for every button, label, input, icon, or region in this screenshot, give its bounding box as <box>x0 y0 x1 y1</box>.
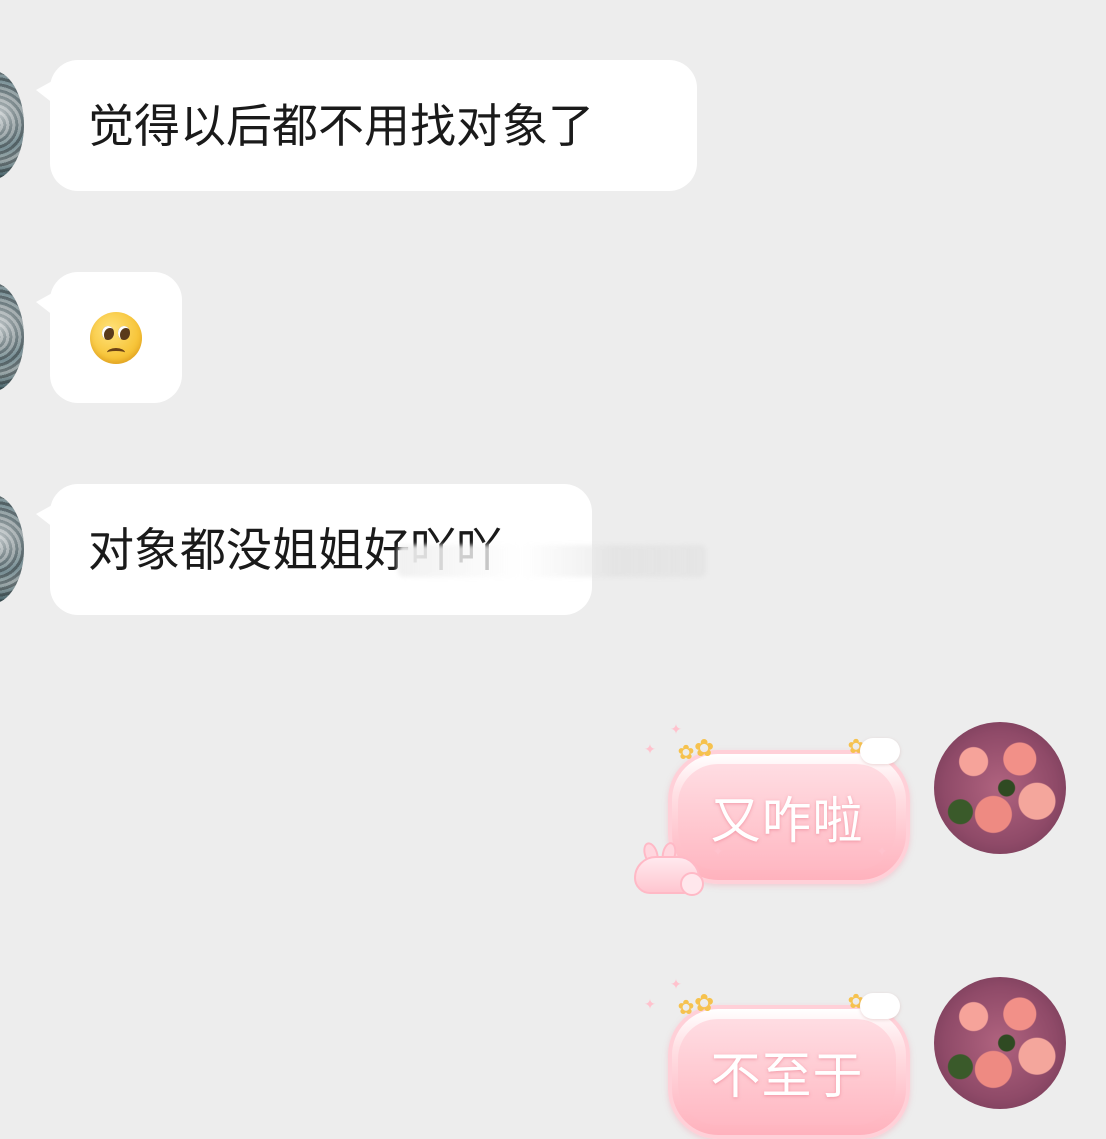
received-emoji-bubble[interactable] <box>36 272 182 403</box>
sparkle-icon: ✦ <box>670 977 682 993</box>
bunny-decoration-icon <box>628 840 708 898</box>
flower-icon: ✿ <box>677 995 695 1019</box>
sparkle-icon: ✦ <box>876 844 888 860</box>
flower-icon: ✿ <box>694 989 715 1017</box>
flower-icon: ✿ <box>677 740 695 764</box>
contact-avatar[interactable] <box>0 282 24 392</box>
sparkle-icon: ✦ <box>644 742 656 758</box>
flower-icon: ✿ <box>694 734 715 762</box>
cloud-decoration-icon <box>860 993 900 1019</box>
user-avatar[interactable] <box>934 977 1066 1109</box>
user-avatar[interactable] <box>934 722 1066 854</box>
sent-message-bubble[interactable]: 不至于 ✿ ✿ ✿ ✦ ✦ <box>644 978 910 1139</box>
sparkle-icon: ✦ <box>670 722 682 738</box>
sparkle-icon: ✦ <box>644 997 656 1013</box>
sent-message-bubble[interactable]: 又咋啦 ✿ ✿ ✿ ✦ ✦ ✦ ✦ <box>634 723 910 896</box>
sparkle-icon: ✦ <box>712 844 724 860</box>
contact-avatar[interactable] <box>0 70 24 180</box>
watermark-blur <box>398 545 706 577</box>
contact-avatar[interactable] <box>0 494 24 604</box>
received-message-bubble[interactable]: 觉得以后都不用找对象了 <box>36 60 697 191</box>
message-text: 不至于 <box>710 1047 864 1105</box>
pleading-face-icon <box>90 311 142 364</box>
message-text: 觉得以后都不用找对象了 <box>88 98 594 153</box>
cloud-decoration-icon <box>860 738 900 764</box>
